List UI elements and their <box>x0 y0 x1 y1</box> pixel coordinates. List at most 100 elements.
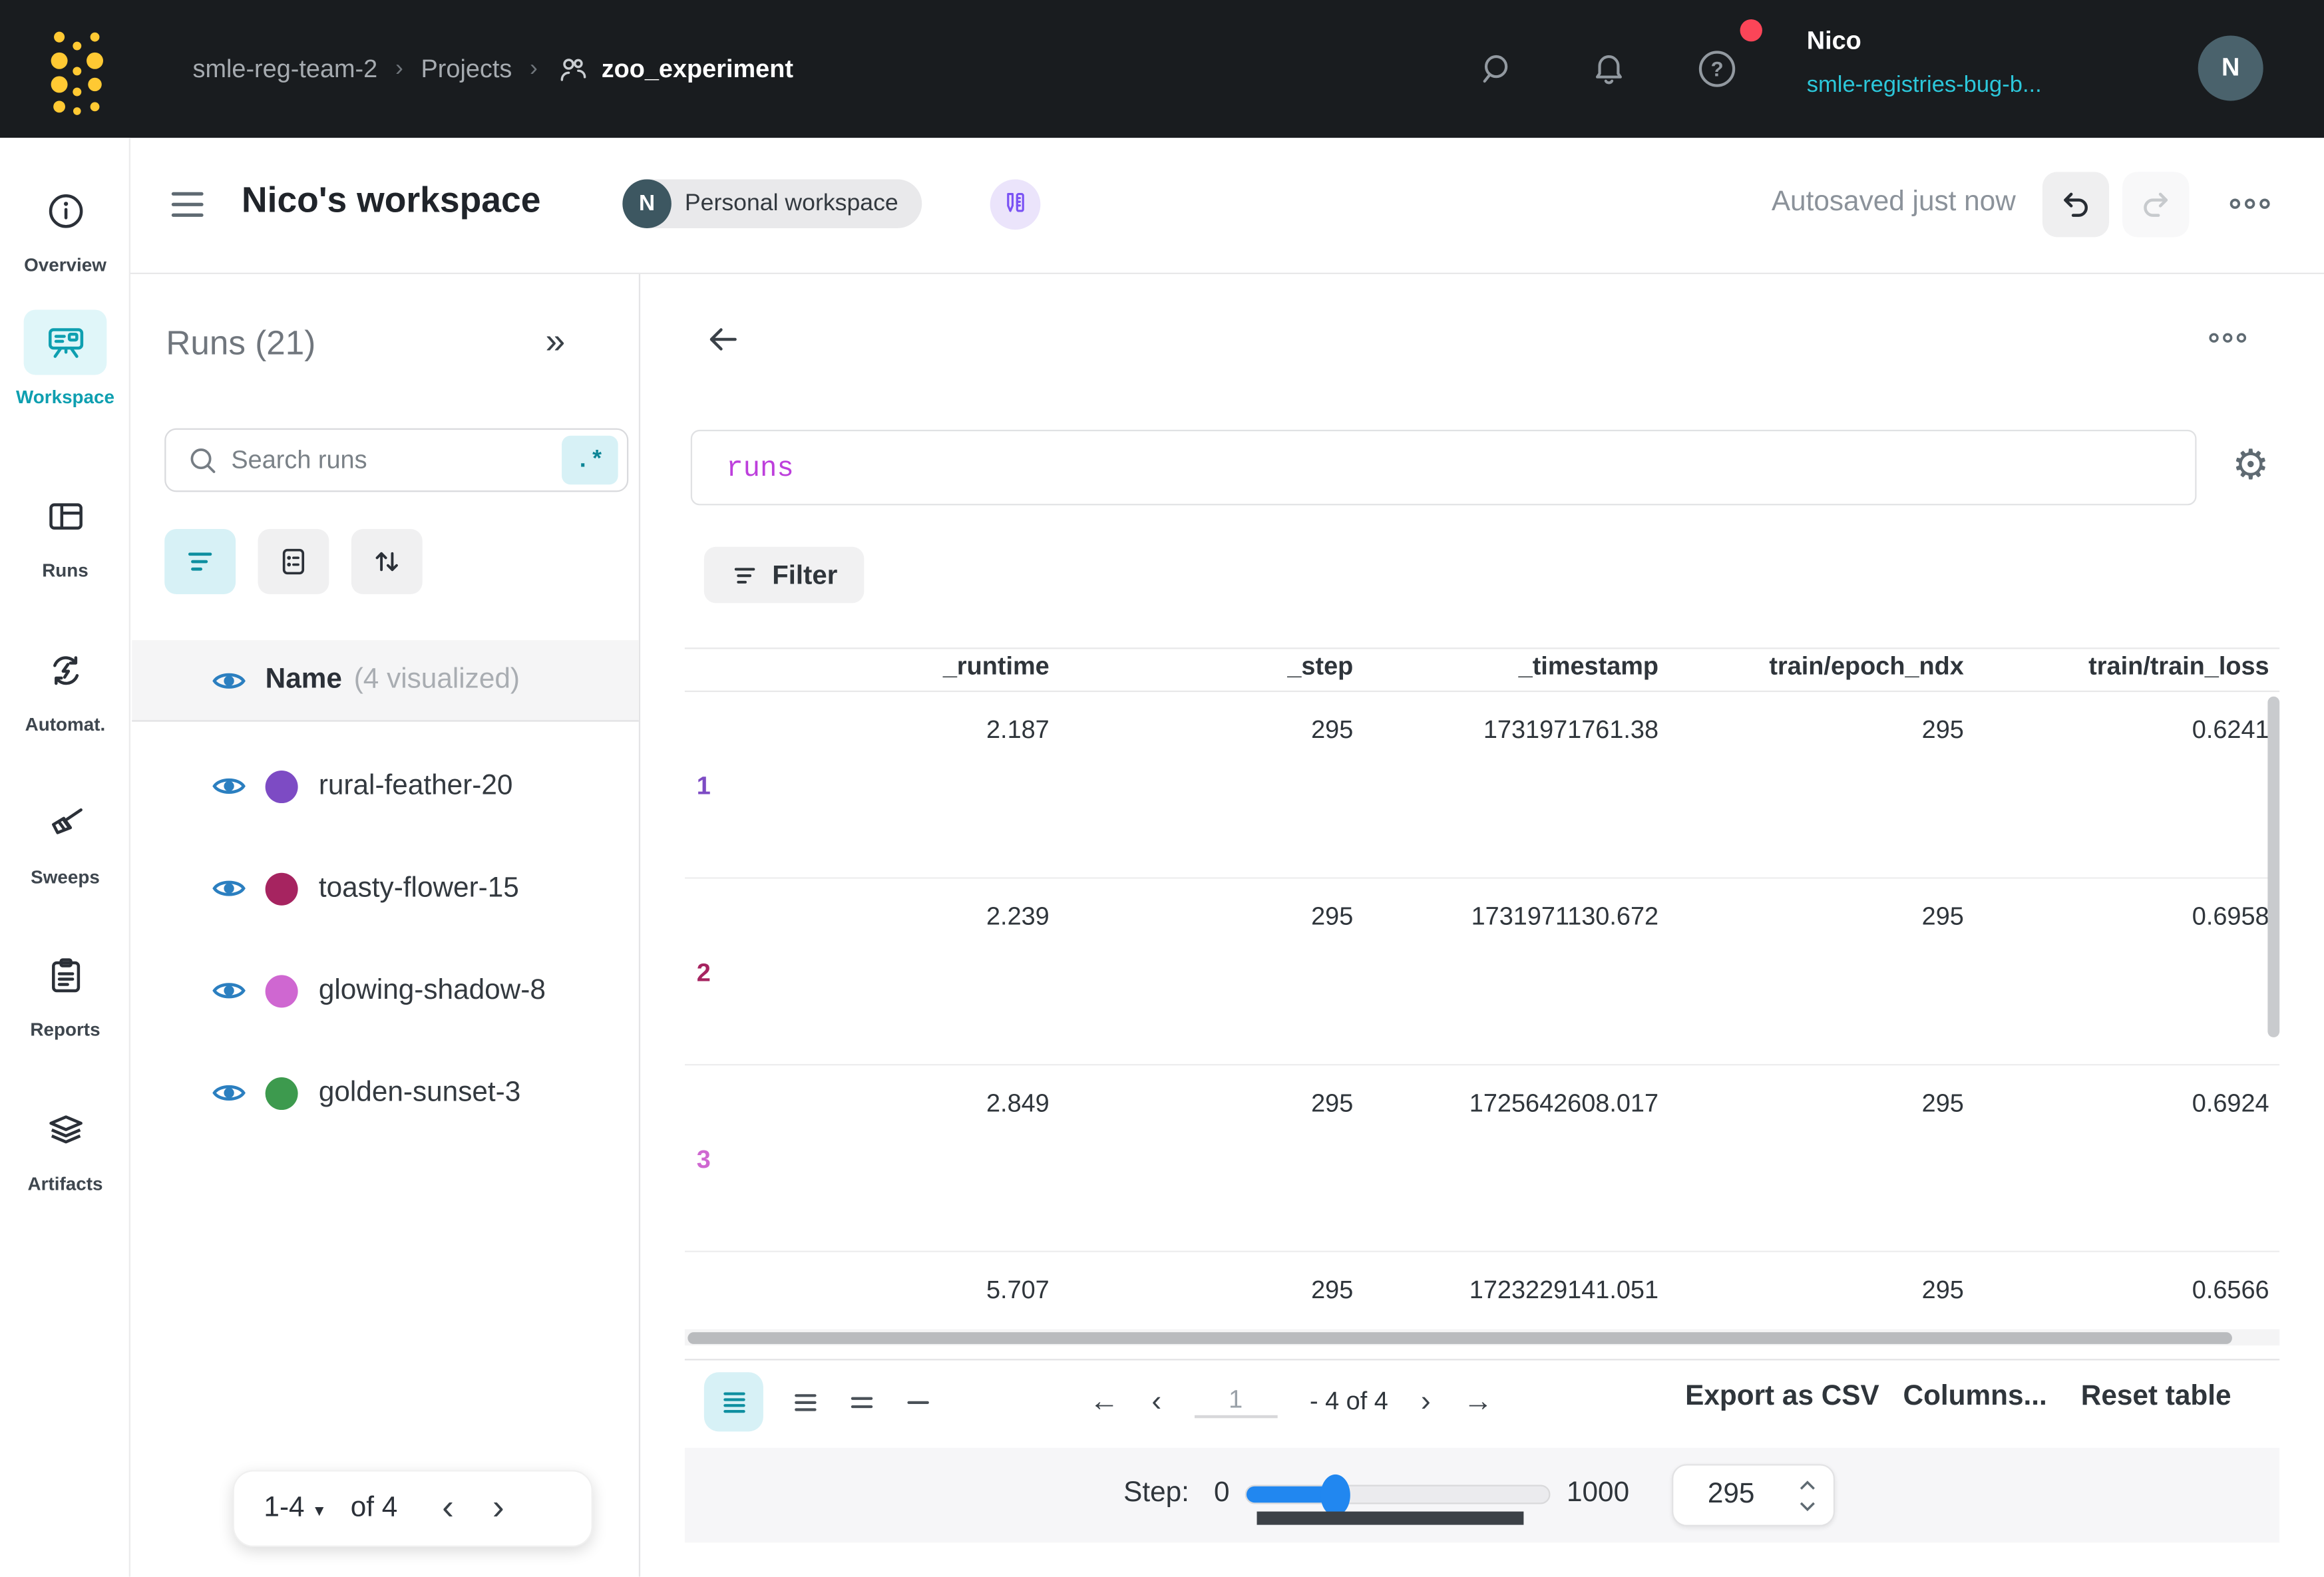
run-list-item[interactable]: toasty-flower-15 <box>132 837 639 940</box>
row-height-sm-button[interactable] <box>888 1372 947 1431</box>
row-height-xl-button[interactable] <box>704 1372 763 1431</box>
cell-runtime: 2.849 <box>685 1089 1050 1119</box>
notifications-bell-icon[interactable] <box>1591 49 1628 86</box>
export-csv-button[interactable]: Export as CSV <box>1685 1381 1879 1414</box>
header-more-options-icon[interactable] <box>2229 194 2270 214</box>
eye-icon[interactable] <box>210 1075 248 1112</box>
wandb-logo-icon[interactable] <box>49 24 105 116</box>
first-page-icon[interactable]: ← <box>1089 1385 1119 1419</box>
cell-loss: 0.6566 <box>1964 1276 2269 1306</box>
runs-display-options-button[interactable] <box>258 529 329 594</box>
column-header[interactable]: train/epoch_ndx <box>1658 652 1964 682</box>
runs-filter-button[interactable] <box>164 529 236 594</box>
runs-panel-title: Runs (21) <box>166 323 315 363</box>
prev-page-icon[interactable]: ‹ <box>1151 1385 1161 1419</box>
columns-button[interactable]: Columns... <box>1903 1381 2047 1414</box>
breadcrumb: smle-reg-team-2 › Projects › zoo_experim… <box>193 0 793 138</box>
redo-button[interactable] <box>2122 172 2189 237</box>
sidebar-item-reports[interactable]: Reports <box>0 942 130 1040</box>
runs-search-input[interactable] <box>231 445 562 475</box>
eye-icon[interactable] <box>210 661 248 699</box>
vertical-scrollbar[interactable] <box>2267 697 2279 1037</box>
step-value-stepper[interactable]: 295 <box>1672 1464 1835 1526</box>
sidebar-item-runs[interactable]: Runs <box>0 483 130 581</box>
run-name[interactable]: toasty-flower-15 <box>319 872 519 905</box>
page-number-input[interactable] <box>1194 1385 1277 1418</box>
collapse-panel-icon[interactable]: » <box>546 321 566 363</box>
next-page-icon[interactable]: › <box>1421 1385 1431 1419</box>
run-name[interactable]: rural-feather-20 <box>319 770 513 802</box>
sidebar-item-automations[interactable]: Automat. <box>0 637 130 735</box>
runs-name-header-row[interactable]: Name (4 visualized) <box>132 640 639 721</box>
cell-loss: 0.6958 <box>1964 902 2269 932</box>
page-range-label: - 4 of 4 <box>1310 1387 1388 1417</box>
step-slider-row: Step: 0 1000 295 <box>685 1448 2279 1543</box>
row-index[interactable]: 1 <box>697 772 711 802</box>
list-details-icon <box>277 546 309 578</box>
step-value[interactable]: 295 <box>1673 1479 1789 1512</box>
table-row[interactable]: 5.707 295 1723229141.051 295 0.6566 4 <box>685 1252 2279 1329</box>
panel-query-input[interactable]: runs <box>691 430 2197 506</box>
column-header[interactable]: _runtime <box>685 652 1050 682</box>
sidebar-item-workspace[interactable]: Workspace <box>0 309 130 407</box>
user-name[interactable]: Nico <box>1807 27 1861 57</box>
sidebar-item-overview[interactable]: Overview <box>0 178 130 275</box>
panel-settings-gear-icon[interactable]: ⚙ <box>2232 444 2269 486</box>
table-row[interactable]: 2.239 295 1731971130.672 295 0.6958 2 <box>685 879 2279 1066</box>
panel-more-options-icon[interactable] <box>2208 329 2247 347</box>
eye-icon[interactable] <box>210 870 248 907</box>
runs-prev-page-icon[interactable]: ‹ <box>442 1488 454 1529</box>
table-row[interactable]: 2.187 295 1731971761.38 295 0.6241 1 <box>685 692 2279 879</box>
run-list-item[interactable]: golden-sunset-3 <box>132 1042 639 1144</box>
customize-workspace-button[interactable] <box>990 179 1041 230</box>
run-color-dot <box>266 770 298 802</box>
query-text: runs <box>726 451 794 484</box>
column-header[interactable]: train/train_loss <box>1964 652 2269 682</box>
back-arrow-icon[interactable] <box>704 321 743 357</box>
panel-menu-icon[interactable] <box>170 190 204 220</box>
step-slider[interactable] <box>1245 1485 1551 1504</box>
sidebar-item-artifacts[interactable]: Artifacts <box>0 1097 130 1194</box>
row-index[interactable]: 3 <box>697 1146 711 1176</box>
row-height-md-button[interactable] <box>831 1372 890 1431</box>
last-page-icon[interactable]: → <box>1463 1385 1493 1419</box>
reset-table-button[interactable]: Reset table <box>2081 1381 2231 1414</box>
column-header[interactable]: _timestamp <box>1353 652 1658 682</box>
search-icon <box>187 444 218 476</box>
run-color-dot <box>266 872 298 905</box>
regex-toggle-button[interactable]: .* <box>562 436 618 484</box>
horizontal-scrollbar-thumb[interactable] <box>687 1331 2232 1343</box>
stepper-down-icon[interactable] <box>1799 1500 1815 1511</box>
run-name[interactable]: golden-sunset-3 <box>319 1077 520 1109</box>
row-height-3-lines-icon <box>791 1388 819 1416</box>
run-list-item[interactable]: rural-feather-20 <box>132 735 639 838</box>
sidebar-item-sweeps[interactable]: Sweeps <box>0 790 130 888</box>
visualized-count: (4 visualized) <box>354 664 520 697</box>
step-slider-handle[interactable] <box>1321 1474 1351 1515</box>
breadcrumb-project[interactable]: zoo_experiment <box>602 54 793 84</box>
run-name[interactable]: glowing-shadow-8 <box>319 974 546 1007</box>
runs-page-range-dropdown[interactable]: 1-4 <box>264 1492 304 1525</box>
eye-icon[interactable] <box>210 972 248 1009</box>
run-list-item[interactable]: glowing-shadow-8 <box>132 940 639 1042</box>
column-header[interactable]: _step <box>1050 652 1354 682</box>
table-row[interactable]: 2.849 295 1725642608.017 295 0.6924 3 <box>685 1065 2279 1252</box>
user-team-link[interactable]: smle-registries-bug-b... <box>1807 73 2042 99</box>
eye-icon[interactable] <box>210 768 248 805</box>
undo-button[interactable] <box>2042 172 2109 237</box>
breadcrumb-projects[interactable]: Projects <box>421 54 512 84</box>
horizontal-scrollbar-track[interactable] <box>685 1329 2279 1345</box>
runs-sort-button[interactable] <box>351 529 423 594</box>
caret-down-icon[interactable]: ▾ <box>315 1500 323 1520</box>
row-index[interactable]: 2 <box>697 959 711 989</box>
table-top-divider <box>685 647 2279 649</box>
workspace-badge[interactable]: Personal workspace N <box>622 179 922 228</box>
breadcrumb-team[interactable]: smle-reg-team-2 <box>193 54 378 84</box>
table-filter-button[interactable]: Filter <box>704 547 865 604</box>
avatar[interactable]: N <box>2198 35 2263 100</box>
stepper-up-icon[interactable] <box>1799 1480 1815 1490</box>
runs-next-page-icon[interactable]: › <box>492 1488 504 1529</box>
search-icon[interactable] <box>1479 51 1517 88</box>
row-height-lg-button[interactable] <box>775 1372 835 1431</box>
help-icon[interactable]: ? <box>1697 49 1737 88</box>
